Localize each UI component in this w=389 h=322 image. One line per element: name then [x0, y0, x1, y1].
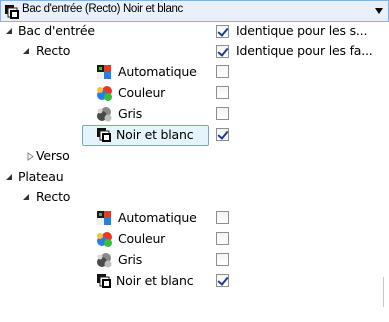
same-faces-checkbox[interactable]: [216, 45, 229, 58]
item-label: Gris: [118, 106, 143, 121]
source-dropdown[interactable]: Bac d'entrée (Recto) Noir et blanc: [0, 0, 389, 22]
dropdown-value: Bac d'entrée (Recto) Noir et blanc: [22, 3, 183, 15]
gray-icon: [96, 106, 112, 122]
color-icon: [96, 85, 112, 101]
tree-label: Recto: [36, 43, 71, 58]
tree-item-couleur[interactable]: Couleur: [0, 230, 220, 250]
item-checkbox[interactable]: [216, 211, 229, 224]
expanded-arrow-icon[interactable]: [22, 193, 31, 202]
tree-item-gris[interactable]: Gris: [0, 105, 220, 125]
same-label: Identique pour les s...: [236, 23, 368, 38]
gray-icon: [96, 252, 112, 268]
item-checkbox[interactable]: [216, 274, 229, 287]
same-faces-label: Identique pour les fa...: [236, 43, 373, 58]
tree-item-gris[interactable]: Gris: [0, 251, 220, 271]
item-checkbox[interactable]: [216, 232, 229, 245]
item-label: Automatique: [118, 64, 197, 79]
tree-label: Bac d'entrée: [18, 23, 95, 38]
tree-label: Recto: [36, 189, 71, 204]
item-label: Couleur: [118, 231, 166, 246]
collapsed-arrow-icon[interactable]: [27, 152, 36, 161]
black-white-icon: [96, 273, 112, 289]
black-white-icon: [4, 4, 20, 20]
tree-label: Verso: [36, 148, 70, 163]
item-checkbox[interactable]: [216, 128, 229, 141]
item-label: Gris: [118, 252, 143, 267]
auto-color-icon: [96, 64, 112, 80]
item-label: Noir et blanc: [116, 273, 194, 288]
divider: [383, 277, 384, 307]
item-checkbox[interactable]: [216, 86, 229, 99]
tree-item-couleur[interactable]: Couleur: [0, 84, 220, 104]
tree-item-noir-et-blanc[interactable]: Noir et blanc: [0, 126, 220, 146]
settings-tree: Bac d'entrée Identique pour les s... Rec…: [0, 22, 389, 322]
chevron-down-icon[interactable]: [375, 8, 383, 14]
item-label: Noir et blanc: [116, 127, 194, 142]
black-white-icon: [96, 127, 112, 143]
item-checkbox[interactable]: [216, 65, 229, 78]
expanded-arrow-icon[interactable]: [5, 173, 14, 182]
tree-item-automatique[interactable]: Automatique: [0, 209, 220, 229]
item-checkbox[interactable]: [216, 253, 229, 266]
auto-color-icon: [96, 210, 112, 226]
item-label: Automatique: [118, 210, 197, 225]
color-icon: [96, 231, 112, 247]
tree-item-automatique[interactable]: Automatique: [0, 63, 220, 83]
tree-item-noir-et-blanc[interactable]: Noir et blanc: [0, 272, 220, 292]
expanded-arrow-icon[interactable]: [22, 47, 31, 56]
expanded-arrow-icon[interactable]: [5, 27, 14, 36]
tree-label: Plateau: [18, 169, 64, 184]
item-checkbox[interactable]: [216, 107, 229, 120]
item-label: Couleur: [118, 85, 166, 100]
same-checkbox[interactable]: [216, 25, 229, 38]
